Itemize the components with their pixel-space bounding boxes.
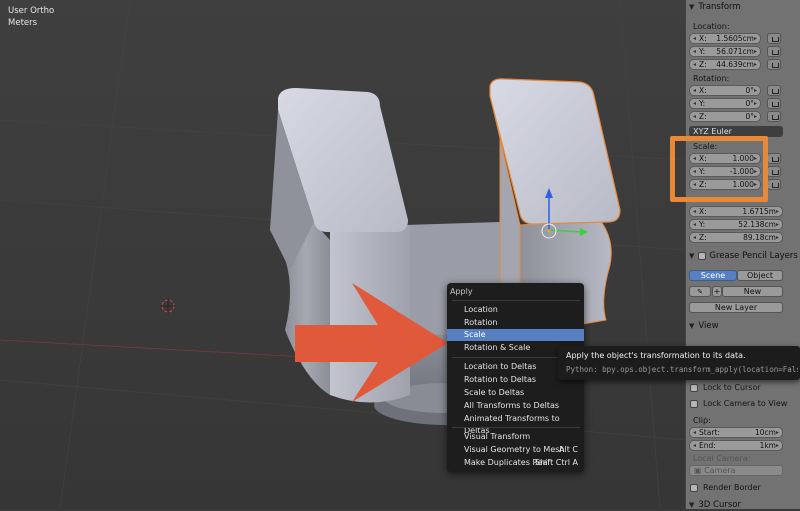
clip-end-field[interactable]: ◂ End: 1km ▸ bbox=[689, 440, 783, 451]
arrow-left-icon: ◂ bbox=[693, 208, 697, 215]
tooltip-description: Apply the object's transformation to its… bbox=[566, 351, 746, 360]
menu-item-visual-transform[interactable]: Visual Transform bbox=[447, 431, 584, 443]
menu-item-all-transforms-to-deltas[interactable]: All Transforms to Deltas bbox=[447, 400, 584, 412]
arrow-right-icon: ▸ bbox=[753, 100, 757, 107]
lock-icon[interactable] bbox=[767, 111, 781, 122]
view-mode-label: User Ortho bbox=[8, 6, 55, 16]
arrow-left-icon: ◂ bbox=[693, 221, 697, 228]
collapse-triangle-icon: ▼ bbox=[689, 3, 695, 11]
location-z-field[interactable]: ◂ Z: 44.639cm ▸ bbox=[689, 59, 761, 70]
dimension-y-field[interactable]: ◂ Y: 52.138cm ▸ bbox=[689, 219, 783, 230]
collapse-triangle-icon: ▼ bbox=[689, 252, 695, 260]
menu-item-location[interactable]: Location bbox=[447, 304, 584, 316]
3d-cursor-panel-header[interactable]: ▼ 3D Cursor bbox=[689, 499, 789, 511]
scale-highlight-box bbox=[670, 136, 768, 202]
lock-icon[interactable] bbox=[767, 46, 781, 57]
menu-item-scale[interactable]: Scale bbox=[447, 329, 584, 341]
lock-to-cursor-label: Lock to Cursor bbox=[703, 383, 761, 392]
clip-label: Clip: bbox=[693, 416, 711, 425]
grease-pencil-header[interactable]: ▼ Grease Pencil Layers bbox=[689, 250, 799, 262]
lock-to-cursor-checkbox[interactable] bbox=[690, 384, 698, 392]
view-panel-header[interactable]: ▼ View bbox=[689, 320, 789, 332]
add-icon[interactable]: + bbox=[712, 286, 722, 297]
camera-icon: ▣ bbox=[694, 466, 705, 475]
lock-icon[interactable] bbox=[767, 59, 781, 70]
object-origin bbox=[547, 229, 551, 233]
menu-item-scale-to-deltas[interactable]: Scale to Deltas bbox=[447, 387, 584, 399]
lock-icon[interactable] bbox=[767, 33, 781, 44]
units-label: Meters bbox=[8, 18, 38, 28]
rotation-x-field[interactable]: ◂ X: 0° ▸ bbox=[689, 85, 761, 96]
apply-menu-title: Apply bbox=[450, 287, 473, 296]
render-border-checkbox[interactable] bbox=[690, 484, 698, 492]
menu-separator bbox=[452, 300, 580, 301]
collapse-triangle-icon: ▼ bbox=[689, 322, 695, 330]
arrow-right-icon: ▸ bbox=[775, 234, 779, 241]
location-x-field[interactable]: ◂ X: 1.5605cm ▸ bbox=[689, 33, 761, 44]
arrow-right-icon: ▸ bbox=[753, 113, 757, 120]
menu-item-visual-geometry-to-mesh[interactable]: Visual Geometry to Mesh Alt C bbox=[447, 444, 584, 456]
arrow-right-icon: ▸ bbox=[753, 61, 757, 68]
new-layer-button[interactable]: New Layer bbox=[689, 302, 783, 313]
arrow-right-icon: ▸ bbox=[753, 87, 757, 94]
lock-camera-to-view-checkbox[interactable] bbox=[690, 400, 698, 408]
arrow-left-icon: ◂ bbox=[693, 35, 697, 42]
grease-pencil-checkbox[interactable] bbox=[698, 252, 707, 260]
arrow-right-icon: ▸ bbox=[753, 35, 757, 42]
arrow-left-icon: ◂ bbox=[693, 100, 697, 107]
local-camera-label: Local Camera: bbox=[693, 454, 751, 463]
menu-separator bbox=[452, 427, 580, 428]
render-border-label: Render Border bbox=[703, 483, 761, 492]
rotation-z-field[interactable]: ◂ Z: 0° ▸ bbox=[689, 111, 761, 122]
lock-icon[interactable] bbox=[767, 153, 781, 164]
collapse-triangle-icon: ▼ bbox=[689, 501, 695, 509]
tab-object[interactable]: Object bbox=[737, 270, 783, 281]
transform-panel-header[interactable]: ▼ Transform bbox=[689, 1, 789, 13]
lock-icon[interactable] bbox=[767, 85, 781, 96]
tab-scene[interactable]: Scene bbox=[689, 270, 737, 281]
arrow-left-icon: ◂ bbox=[693, 61, 697, 68]
arrow-left-icon: ◂ bbox=[693, 234, 697, 241]
new-gpencil-button[interactable]: New bbox=[722, 286, 783, 297]
arrow-right-icon: ▸ bbox=[753, 48, 757, 55]
dimension-z-field[interactable]: ◂ Z: 89.18cm ▸ bbox=[689, 232, 783, 243]
arrow-right-icon: ▸ bbox=[775, 221, 779, 228]
arrow-right-icon: ▸ bbox=[775, 442, 779, 449]
camera-field[interactable]: ▣ Camera bbox=[689, 465, 783, 476]
arrow-right-icon: ▸ bbox=[775, 208, 779, 215]
arrow-left-icon: ◂ bbox=[693, 113, 697, 120]
rotation-y-field[interactable]: ◂ Y: 0° ▸ bbox=[689, 98, 761, 109]
tooltip-python: Python: bpy.ops.object.transform_apply(l… bbox=[566, 365, 798, 374]
lock-icon[interactable] bbox=[767, 166, 781, 177]
lock-icon[interactable] bbox=[767, 179, 781, 190]
location-y-field[interactable]: ◂ Y: 56.071cm ▸ bbox=[689, 46, 761, 57]
arrow-left-icon: ◂ bbox=[693, 429, 697, 436]
menu-item-make-duplicates-real[interactable]: Make Duplicates Real Shift Ctrl A bbox=[447, 457, 584, 469]
clip-start-field[interactable]: ◂ Start: 10cm ▸ bbox=[689, 427, 783, 438]
lock-icon[interactable] bbox=[767, 98, 781, 109]
dimension-x-field[interactable]: ◂ X: 1.6715m ▸ bbox=[689, 206, 783, 217]
location-label: Location: bbox=[693, 22, 730, 31]
arrow-left-icon: ◂ bbox=[693, 87, 697, 94]
pencil-icon[interactable]: ✎ bbox=[689, 286, 711, 297]
lock-camera-to-view-label: Lock Camera to View bbox=[703, 399, 788, 408]
rotation-label: Rotation: bbox=[693, 74, 730, 83]
arrow-left-icon: ◂ bbox=[693, 442, 697, 449]
menu-item-animated-transforms-to-deltas[interactable]: Animated Transforms to Deltas bbox=[447, 413, 584, 435]
arrow-right-icon: ▸ bbox=[775, 429, 779, 436]
menu-item-rotation[interactable]: Rotation bbox=[447, 317, 584, 329]
arrow-left-icon: ◂ bbox=[693, 48, 697, 55]
